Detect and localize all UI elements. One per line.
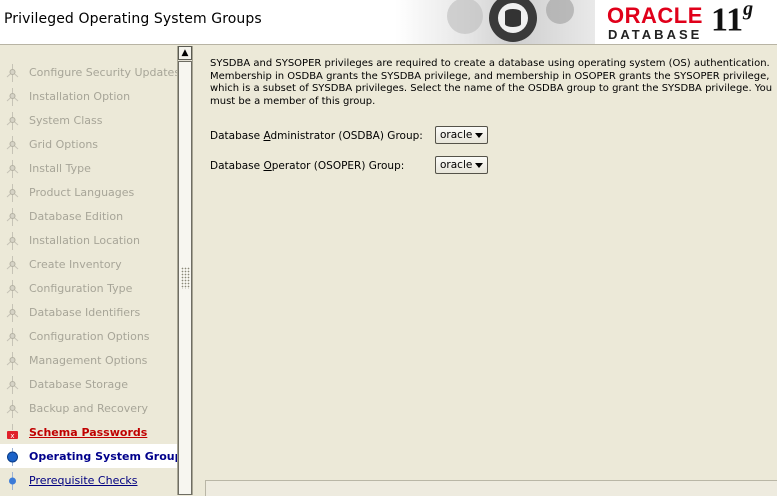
sidebar-step: Installation Location (0, 228, 177, 252)
osoper-label-mnemonic: O (263, 160, 272, 172)
sidebar-step: Install Type (0, 156, 177, 180)
completed-step-icon (4, 208, 22, 226)
error-step-icon: x (4, 424, 22, 442)
completed-step-icon (4, 64, 22, 82)
completed-step-icon (4, 88, 22, 106)
osdba-label-post: dministrator (OSDBA) Group: (270, 130, 423, 142)
scroll-up-button[interactable]: ▲ (178, 46, 192, 60)
brand-version-suffix: g (743, 0, 754, 20)
brand-version: 11g (711, 0, 754, 39)
scroll-grip-icon (181, 267, 190, 289)
sidebar-step-label: Installation Option (29, 90, 131, 103)
sidebar-step: Configuration Options (0, 324, 177, 348)
sidebar-step[interactable]: Prerequisite Checks (0, 468, 177, 492)
osdba-label: Database Administrator (OSDBA) Group: (210, 130, 423, 142)
sidebar-step: Operating System Groups (0, 444, 177, 468)
sidebar-step-label: Management Options (29, 354, 148, 367)
sidebar-step: Configuration Type (0, 276, 177, 300)
sidebar-step-label: Installation Location (29, 234, 140, 247)
sidebar-step-label: Configuration Options (29, 330, 150, 343)
sidebar-step-label: Configuration Type (29, 282, 133, 295)
completed-step-icon (4, 400, 22, 418)
osoper-group-select[interactable]: oracle (435, 156, 488, 174)
pending-step-icon (4, 472, 22, 490)
sidebar-step-label: Prerequisite Checks (29, 474, 138, 487)
completed-step-icon (4, 352, 22, 370)
sidebar-step: Grid Options (0, 132, 177, 156)
main-content: SYSDBA and SYSOPER privileges are requir… (197, 46, 777, 496)
gear-icon (447, 0, 574, 42)
sidebar-step: Create Inventory (0, 252, 177, 276)
description-text: SYSDBA and SYSOPER privileges are requir… (210, 58, 773, 107)
svg-text:x: x (10, 432, 14, 440)
osdba-group-value: oracle (440, 129, 473, 141)
messages-panel (205, 480, 777, 496)
sidebar-step: Installation Option (0, 84, 177, 108)
completed-step-icon (4, 256, 22, 274)
sidebar-step: Management Options (0, 348, 177, 372)
sidebar-step[interactable]: x Schema Passwords (0, 420, 177, 444)
sidebar-step-label: Database Storage (29, 378, 129, 391)
sidebar-scrollbar[interactable]: ▲ (177, 46, 193, 495)
sidebar-step-label: Database Identifiers (29, 306, 141, 319)
chevron-down-icon (475, 133, 483, 138)
sidebar-step: Database Storage (0, 372, 177, 396)
sidebar-step-label: Backup and Recovery (29, 402, 149, 415)
sidebar-step: Backup and Recovery (0, 396, 177, 420)
sidebar-step-label: Operating System Groups (29, 450, 177, 463)
header-gears-art (395, 0, 595, 44)
osoper-group-value: oracle (440, 159, 473, 171)
sidebar-step: System Class (0, 108, 177, 132)
osoper-label-post: perator (OSOPER) Group: (271, 160, 405, 172)
osoper-label-pre: Database (210, 160, 264, 172)
brand-oracle-text: ORACLE (607, 3, 703, 28)
completed-step-icon (4, 328, 22, 346)
completed-step-icon (4, 160, 22, 178)
sidebar-step-label: Database Edition (29, 210, 124, 223)
brand-version-number: 11 (711, 1, 744, 39)
sidebar-step-label: Grid Options (29, 138, 99, 151)
osdba-label-pre: Database (210, 130, 264, 142)
page-title: Privileged Operating System Groups (4, 11, 262, 27)
sidebar-step-label: Schema Passwords (29, 426, 148, 439)
sidebar-step-label: Configure Security Updates (29, 66, 177, 79)
oracle-logo: ORACLE DATABASE 11g (604, 0, 774, 43)
completed-step-icon (4, 184, 22, 202)
sidebar-step: Configure Security Updates (0, 60, 177, 84)
current-step-icon (4, 448, 22, 466)
osoper-label: Database Operator (OSOPER) Group: (210, 160, 404, 172)
sidebar-step-label: Create Inventory (29, 258, 122, 271)
scroll-thumb[interactable] (178, 61, 192, 495)
sidebar-step-label: Product Languages (29, 186, 135, 199)
osdba-group-select[interactable]: oracle (435, 126, 488, 144)
completed-step-icon (4, 304, 22, 322)
completed-step-icon (4, 112, 22, 130)
sidebar-step-label: System Class (29, 114, 103, 127)
sidebar-step: Product Languages (0, 180, 177, 204)
sidebar-step: Database Edition (0, 204, 177, 228)
completed-step-icon (4, 280, 22, 298)
completed-step-icon (4, 376, 22, 394)
completed-step-icon (4, 232, 22, 250)
completed-step-icon (4, 136, 22, 154)
steps-sidebar: Configure Security Updates Installation O… (0, 46, 177, 495)
chevron-down-icon (475, 163, 483, 168)
brand-database-text: DATABASE (608, 27, 703, 42)
sidebar-step-label: Install Type (29, 162, 91, 175)
header: Privileged Operating System Groups ORACL… (0, 0, 777, 45)
sidebar-step: Database Identifiers (0, 300, 177, 324)
